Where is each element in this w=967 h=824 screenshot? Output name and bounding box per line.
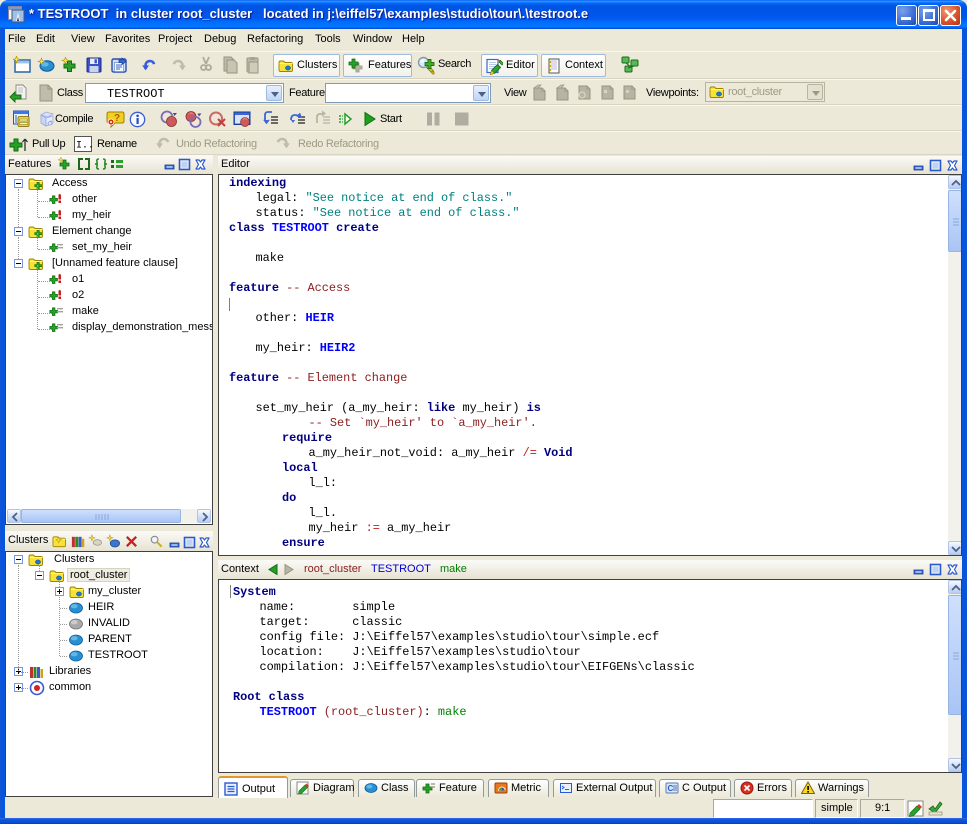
svg-text:I..: I..: [76, 141, 92, 152]
svg-text:C: C: [668, 784, 674, 793]
svg-text:?: ?: [114, 113, 120, 124]
